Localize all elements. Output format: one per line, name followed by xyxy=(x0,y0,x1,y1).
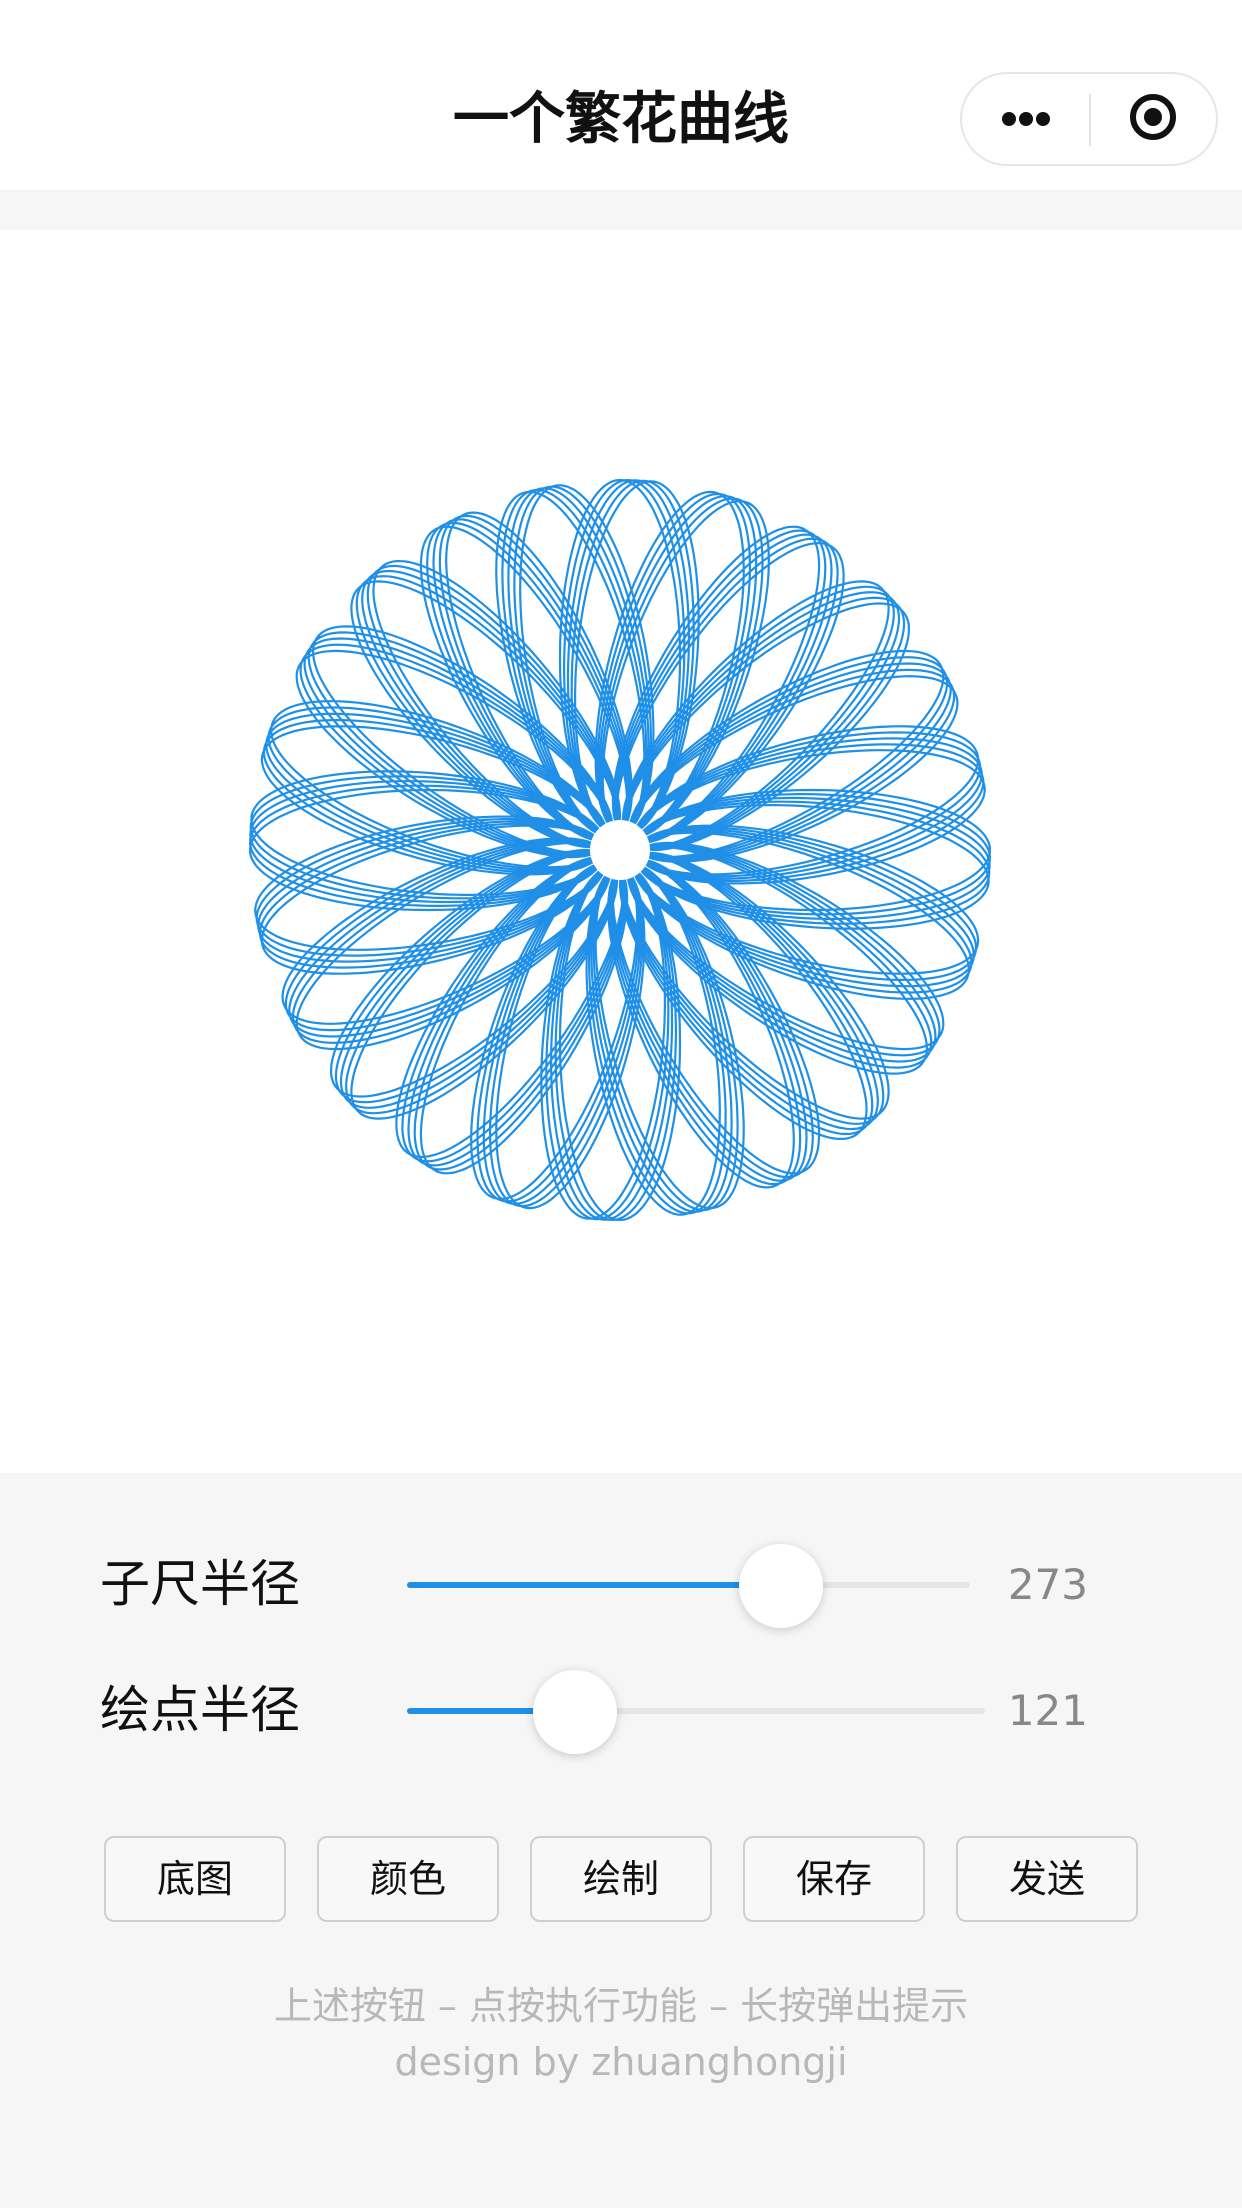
capsule-menu xyxy=(960,72,1218,166)
more-dot xyxy=(1036,112,1050,126)
base-image-button[interactable]: 底图 xyxy=(104,1836,286,1922)
slider-label-child-radius: 子尺半径 xyxy=(100,1555,300,1613)
app-root: 一个繁花曲线 子尺半径 273 绘点半径 121 底图 颜色 绘制 保存 发送 … xyxy=(0,0,1242,2208)
save-button[interactable]: 保存 xyxy=(743,1836,925,1922)
capsule-divider xyxy=(1089,94,1091,146)
slider-value-child-radius: 273 xyxy=(1007,1560,1088,1609)
navigation-bar: 一个繁花曲线 xyxy=(0,0,1242,190)
slider-row-child-radius: 子尺半径 273 xyxy=(0,1534,1242,1634)
center-hole xyxy=(590,820,650,880)
more-dot xyxy=(1019,112,1033,126)
slider-row-draw-point-radius: 绘点半径 121 xyxy=(0,1660,1242,1760)
draw-button[interactable]: 绘制 xyxy=(530,1836,712,1922)
slider-track-child-radius[interactable] xyxy=(407,1544,970,1628)
slider-value-draw-point-radius: 121 xyxy=(1007,1686,1088,1735)
color-button[interactable]: 颜色 xyxy=(317,1836,499,1922)
credit-text: design by zhuanghongji xyxy=(394,2040,848,2084)
more-dot xyxy=(1002,112,1016,126)
spirograph-curve xyxy=(248,478,992,1222)
hint-text: 上述按钮 – 点按执行功能 – 长按弹出提示 xyxy=(273,1984,969,2028)
more-dots-icon[interactable] xyxy=(962,74,1090,164)
slider-track-draw-point-radius[interactable] xyxy=(407,1670,985,1754)
slider-thumb-draw-point-radius[interactable] xyxy=(532,1670,617,1754)
action-buttons: 底图 颜色 绘制 保存 发送 xyxy=(104,1836,1138,1924)
send-button[interactable]: 发送 xyxy=(956,1836,1138,1922)
drawing-canvas[interactable] xyxy=(0,230,1242,1473)
target-core xyxy=(1144,108,1162,126)
slider-fill xyxy=(407,1582,782,1588)
target-circle-icon[interactable] xyxy=(1092,74,1218,164)
slider-label-draw-point-radius: 绘点半径 xyxy=(100,1681,300,1739)
slider-thumb-child-radius[interactable] xyxy=(739,1544,824,1628)
